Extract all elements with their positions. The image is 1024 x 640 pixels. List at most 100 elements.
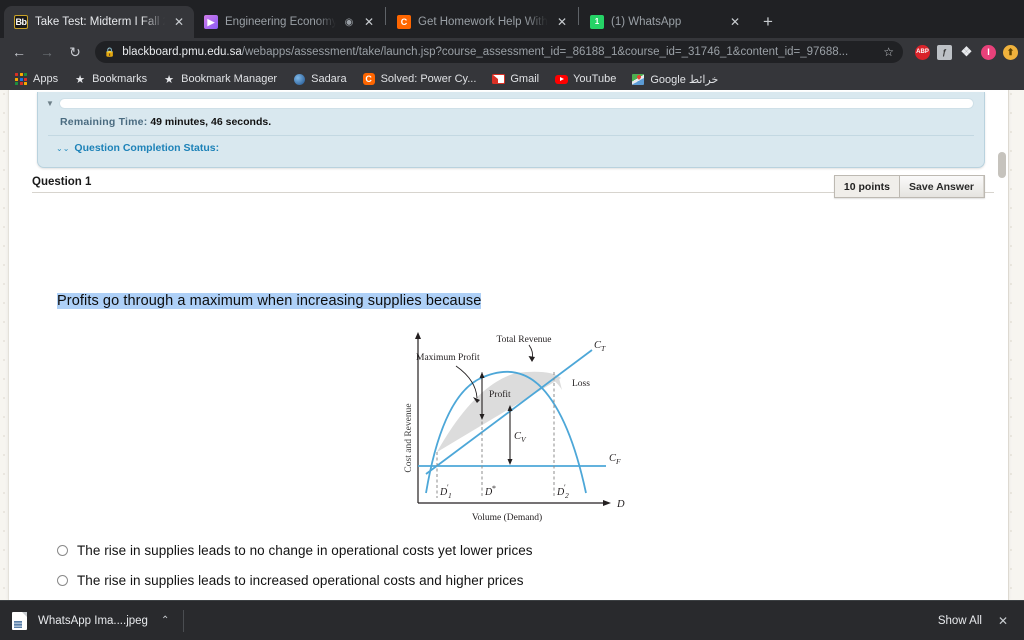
tab-take-test[interactable]: Bb Take Test: Midterm I Fall 2020 E ✕ (4, 6, 194, 38)
show-all-downloads-button[interactable]: Show All (938, 615, 982, 627)
download-shelf: WhatsApp Ima....jpeg ⌃ Show All ✕ (0, 600, 1024, 640)
url-host: blackboard.pmu.edu.sa (122, 46, 242, 58)
annotation-loss: Loss (572, 379, 590, 389)
whatsapp-icon (590, 15, 604, 29)
tab-separator (385, 6, 386, 25)
audio-playing-icon[interactable]: ◉ (343, 17, 355, 28)
x-tick-d2-subscript: 2 (565, 491, 569, 500)
forward-icon[interactable]: → (34, 40, 60, 64)
breakeven-profit-chart: Cost and Revenue Volume (Demand) D Total… (404, 332, 625, 523)
answer-option-label: The rise in supplies leads to increased … (77, 572, 524, 588)
remaining-time-label: Remaining Time: (60, 116, 148, 128)
tab-whatsapp[interactable]: (1) WhatsApp ✕ (580, 6, 750, 38)
adblock-plus-icon[interactable]: ABP (915, 44, 930, 60)
profile-avatar[interactable]: I (981, 44, 996, 60)
youtube-icon (554, 72, 568, 86)
close-icon[interactable]: ✕ (362, 16, 376, 28)
x-axis-arrow (603, 500, 611, 506)
browser-window: Bb Take Test: Midterm I Fall 2020 E ✕ ▶ … (0, 0, 1024, 640)
annotation-profit: Profit (489, 389, 511, 400)
bookmark-bookmarks[interactable]: ★ Bookmarks (67, 69, 153, 89)
star-icon: ★ (164, 73, 175, 86)
download-shelf-actions: Show All ✕ (938, 614, 1012, 628)
answer-option-label: The rise in supplies leads to no change … (77, 542, 533, 558)
radio-button[interactable] (57, 544, 68, 556)
bookmark-youtube[interactable]: YouTube (548, 69, 622, 89)
content-sheet: ▼ Remaining Time: 49 minutes, 46 seconds… (8, 90, 1009, 600)
remaining-time: Remaining Time: 49 minutes, 46 seconds. (38, 109, 984, 128)
download-file-name: WhatsApp Ima....jpeg (38, 614, 148, 627)
new-tab-button[interactable]: + (754, 8, 782, 36)
close-icon[interactable]: ✕ (998, 614, 1012, 628)
answer-option[interactable]: The rise in supplies leads to increased … (57, 565, 757, 595)
google-maps-icon (631, 72, 645, 86)
tab-strip: Bb Take Test: Midterm I Fall 2020 E ✕ ▶ … (0, 0, 1024, 38)
radio-button[interactable] (57, 574, 68, 586)
scrollbar-thumb[interactable] (998, 152, 1006, 178)
status-badge: 10 points (843, 180, 891, 193)
bookmark-label: Bookmark Manager (181, 73, 278, 85)
x-tick-d1-subscript: 1 (448, 491, 452, 500)
annotation-maximum-profit: Maximum Profit (416, 352, 480, 363)
question-prompt-text: Profits go through a maximum when increa… (57, 293, 482, 309)
download-item[interactable]: WhatsApp Ima....jpeg ⌃ (12, 611, 183, 630)
vertical-scrollbar[interactable] (995, 90, 1008, 600)
honey-extension-icon[interactable]: ƒ (937, 44, 952, 60)
bookmark-google-maps[interactable]: Google خرائط (625, 69, 724, 89)
tab-title: Get Homework Help With Cheg (418, 16, 548, 28)
annotation-fixed-cost-subscript: F (615, 457, 621, 466)
bookmark-label: Sadara (311, 73, 347, 85)
url-path: /webapps/assessment/take/launch.jsp?cour… (241, 46, 849, 58)
update-icon[interactable]: ⬆ (1003, 44, 1018, 60)
chevron-up-icon[interactable]: ⌃ (159, 615, 169, 626)
tab-chegg[interactable]: C Get Homework Help With Cheg ✕ (387, 6, 577, 38)
lock-icon: 🔒 (104, 46, 116, 57)
back-icon[interactable]: ← (6, 40, 32, 64)
remaining-time-value: 49 minutes, 46 seconds. (150, 116, 272, 128)
bookmark-star-icon[interactable]: ☆ (883, 45, 894, 59)
annotation-total-cost-subscript: T (601, 344, 606, 353)
bookmark-apps[interactable]: Apps (8, 69, 64, 89)
chevron-down-icon[interactable]: ▼ (46, 99, 54, 108)
reload-icon[interactable]: ↻ (62, 40, 88, 64)
url-text: blackboard.pmu.edu.sa/webapps/assessment… (122, 46, 876, 58)
test-progress-bar (58, 98, 974, 109)
blackboard-mobile-icon: ▶ (204, 15, 218, 29)
chegg-icon: C (362, 72, 376, 86)
tab-engineering-economy[interactable]: ▶ Engineering Economy_104 ◉ ✕ (194, 6, 384, 38)
address-bar[interactable]: 🔒 blackboard.pmu.edu.sa/webapps/assessme… (95, 41, 903, 63)
y-axis-label: Cost and Revenue (404, 403, 414, 472)
tab-title: Take Test: Midterm I Fall 2020 E (35, 16, 165, 28)
page-viewport: ▼ Remaining Time: 49 minutes, 46 seconds… (0, 90, 1024, 600)
page-title: Question 1 (32, 176, 92, 188)
save-answer-button[interactable]: Save Answer (899, 176, 984, 197)
bookmarks-bar: Apps ★ Bookmarks ★ Bookmark Manager Sada… (0, 66, 1024, 92)
close-icon[interactable]: ✕ (555, 16, 569, 28)
bookmark-label: Google خرائط (650, 73, 719, 86)
total-cost-line (425, 349, 593, 475)
question-points-toolbar: 10 points Save Answer (833, 175, 985, 198)
bookmark-label: YouTube (573, 73, 617, 85)
question-completion-status-label[interactable]: Question Completion Status: (74, 142, 219, 154)
annotation-variable-cost-subscript: V (521, 435, 527, 444)
close-icon[interactable]: ✕ (172, 16, 186, 28)
tab-separator (578, 6, 579, 25)
x-axis-label: Volume (Demand) (472, 512, 542, 523)
test-info-top-row: ▼ (38, 92, 984, 109)
bookmark-sadara[interactable]: Sadara (286, 69, 352, 89)
extensions-puzzle-icon[interactable]: ❖ (959, 44, 974, 60)
star-icon: ★ (75, 73, 86, 86)
question-completion-status[interactable]: ⌄⌄ Question Completion Status: (38, 136, 984, 154)
tab-title: (1) WhatsApp (611, 16, 682, 28)
answer-option[interactable]: The rise in supplies leads to no change … (57, 535, 757, 565)
apps-grid-icon (14, 72, 28, 86)
bookmark-solved-power-cy[interactable]: C Solved: Power Cy... (356, 69, 483, 89)
chevron-double-down-icon[interactable]: ⌄⌄ (56, 144, 69, 153)
y-axis-arrow (415, 332, 421, 339)
bookmark-label: Solved: Power Cy... (380, 73, 477, 85)
bookmark-gmail[interactable]: Gmail (485, 69, 545, 89)
close-icon[interactable]: ✕ (728, 16, 742, 28)
bookmark-bookmark-manager[interactable]: ★ Bookmark Manager (156, 69, 283, 89)
divider (183, 609, 185, 632)
test-information-panel: ▼ Remaining Time: 49 minutes, 46 seconds… (37, 92, 985, 168)
